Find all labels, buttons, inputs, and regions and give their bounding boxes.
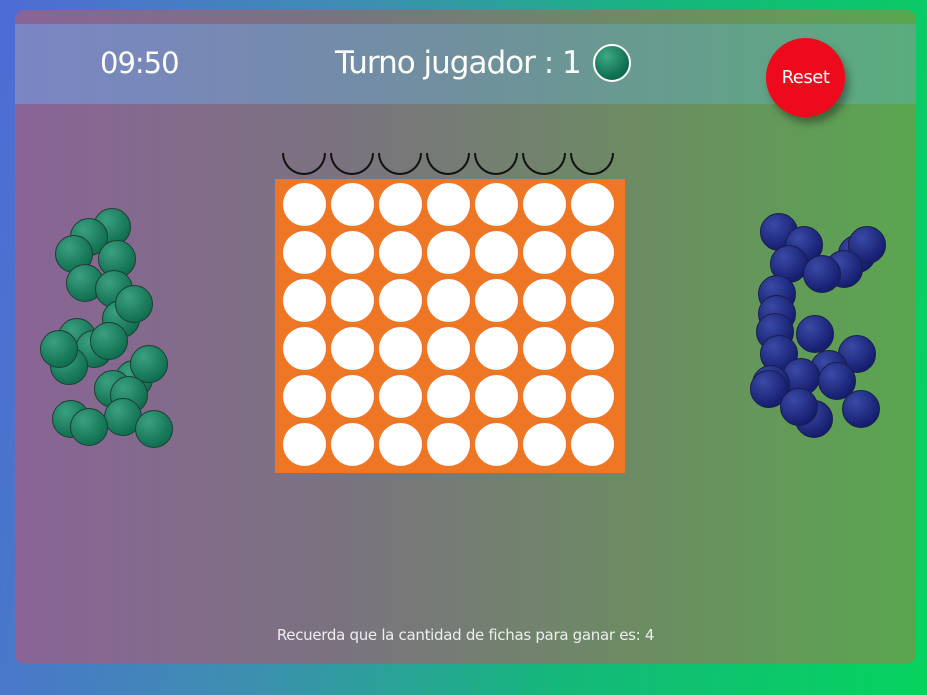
board-cell[interactable] (331, 327, 374, 370)
board-cell[interactable] (475, 231, 518, 274)
board-cell[interactable] (331, 375, 374, 418)
board-cell[interactable] (283, 231, 326, 274)
board-cell[interactable] (475, 375, 518, 418)
player2-chip[interactable] (780, 388, 818, 426)
column-drop-zone[interactable] (426, 153, 470, 175)
player2-chip[interactable] (842, 390, 880, 428)
board-cell[interactable] (475, 423, 518, 466)
board-cell[interactable] (571, 183, 614, 226)
game-panel: 09:50 Turno jugador : 1 Reset Recuerda q… (15, 10, 916, 664)
board-cell[interactable] (283, 375, 326, 418)
turn-label: Turno jugador : 1 (335, 45, 582, 81)
board-cell[interactable] (475, 327, 518, 370)
board-cell[interactable] (427, 327, 470, 370)
board-cell[interactable] (523, 375, 566, 418)
board-cell[interactable] (283, 327, 326, 370)
board-cell[interactable] (379, 327, 422, 370)
player1-chip[interactable] (40, 330, 78, 368)
timer: 09:50 (100, 46, 180, 80)
column-drop-zone[interactable] (570, 153, 614, 175)
column-drop-zone[interactable] (378, 153, 422, 175)
board-cell[interactable] (427, 231, 470, 274)
board-cell[interactable] (331, 183, 374, 226)
board-cell[interactable] (571, 231, 614, 274)
player2-chip[interactable] (803, 255, 841, 293)
column-drop-zone[interactable] (330, 153, 374, 175)
column-drop-zone[interactable] (282, 153, 326, 175)
win-condition-message: Recuerda que la cantidad de fichas para … (276, 626, 655, 644)
player1-chip[interactable] (135, 410, 173, 448)
board-cell[interactable] (331, 279, 374, 322)
board-cell[interactable] (523, 279, 566, 322)
game-board (275, 179, 625, 473)
board-cell[interactable] (427, 375, 470, 418)
board-cell[interactable] (283, 183, 326, 226)
player2-chip[interactable] (796, 315, 834, 353)
board-cell[interactable] (523, 231, 566, 274)
board-cell[interactable] (523, 183, 566, 226)
board-cell[interactable] (523, 423, 566, 466)
board-cell[interactable] (427, 183, 470, 226)
board-cell[interactable] (523, 327, 566, 370)
board-cell[interactable] (571, 279, 614, 322)
board-cell[interactable] (571, 327, 614, 370)
current-player-chip-icon (592, 44, 631, 82)
player1-chip[interactable] (90, 322, 128, 360)
board-cell[interactable] (331, 231, 374, 274)
board-cell[interactable] (283, 279, 326, 322)
board-cell[interactable] (379, 183, 422, 226)
reset-button[interactable]: Reset (766, 38, 845, 117)
board-cell[interactable] (379, 375, 422, 418)
board-cell[interactable] (331, 423, 374, 466)
board-cell[interactable] (475, 279, 518, 322)
turn-indicator: Turno jugador : 1 (335, 44, 631, 82)
board-cell[interactable] (379, 423, 422, 466)
column-drop-zone[interactable] (474, 153, 518, 175)
board-cell[interactable] (379, 279, 422, 322)
player1-chip[interactable] (115, 285, 153, 323)
top-bar: 09:50 Turno jugador : 1 Reset (15, 24, 916, 117)
board-cell[interactable] (571, 423, 614, 466)
board-cell[interactable] (571, 375, 614, 418)
board-cell[interactable] (475, 183, 518, 226)
player1-chip[interactable] (70, 408, 108, 446)
board-cell[interactable] (283, 423, 326, 466)
board-cell[interactable] (427, 423, 470, 466)
board-cell[interactable] (379, 231, 422, 274)
column-drop-zone[interactable] (522, 153, 566, 175)
board-cell[interactable] (427, 279, 470, 322)
